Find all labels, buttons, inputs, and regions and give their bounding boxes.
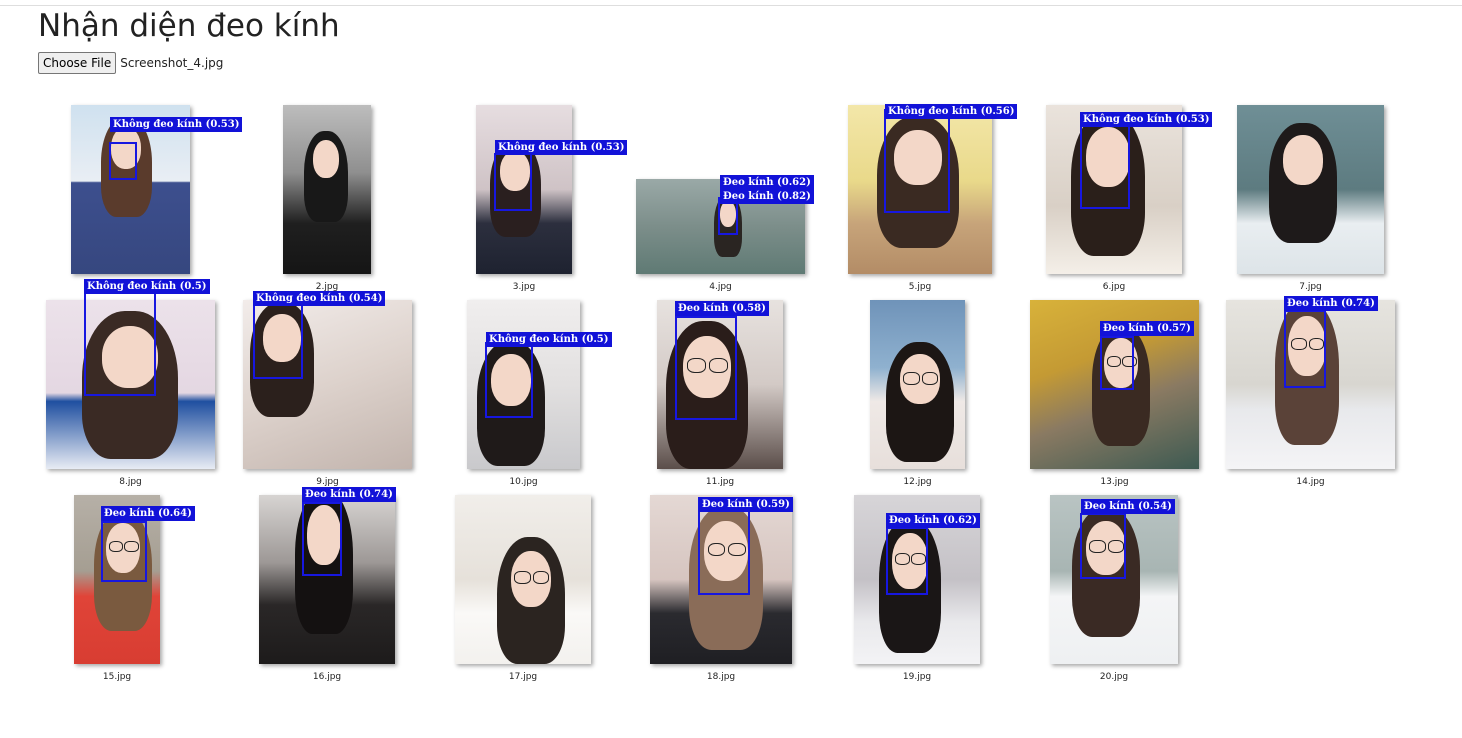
result-image: Đeo kính (0.74) — [1226, 296, 1395, 469]
face-bounding-box — [1100, 336, 1134, 390]
image-caption: 12.jpg — [903, 477, 932, 487]
image-caption: 7.jpg — [1299, 282, 1322, 292]
face-bounding-box — [84, 292, 156, 396]
prediction-label: Không đeo kính (0.56) — [885, 104, 1018, 119]
result-image: Đeo kính (0.62) Đeo kính (0.82) — [636, 175, 814, 274]
image-caption: 8.jpg — [119, 477, 142, 487]
image-caption: 20.jpg — [1099, 672, 1129, 682]
face-bounding-box — [253, 304, 303, 379]
face-bounding-box — [485, 342, 533, 418]
prediction-label: Đeo kính (0.59) — [699, 497, 793, 512]
prediction-label: Đeo kính (0.82) — [720, 189, 814, 204]
prediction-label: Đeo kính (0.74) — [1284, 296, 1378, 311]
prediction-label: Không đeo kính (0.53) — [495, 140, 628, 155]
choose-file-button[interactable]: Choose File — [38, 52, 117, 74]
image-caption: 16.jpg — [312, 672, 342, 682]
result-image: Không đeo kính (0.53) — [1046, 105, 1213, 274]
page-title: Nhận diện đeo kính — [38, 8, 340, 44]
prediction-label: Không đeo kính (0.5) — [84, 279, 210, 294]
prediction-label: Đeo kính (0.74) — [302, 487, 396, 502]
image-caption: 13.jpg — [1100, 477, 1129, 487]
face-bounding-box — [494, 153, 532, 211]
image-caption: 5.jpg — [908, 282, 932, 292]
result-image — [1237, 105, 1384, 274]
image-caption: 10.jpg — [509, 477, 538, 487]
result-image — [870, 300, 965, 469]
result-image: Đeo kính (0.57) — [1030, 300, 1199, 469]
person-face — [313, 140, 339, 178]
face-bounding-box — [302, 502, 342, 576]
face-bounding-box — [1080, 125, 1130, 209]
selected-file-name: Screenshot_4.jpg — [120, 56, 224, 70]
image-caption: 18.jpg — [706, 672, 736, 682]
image-caption: 3.jpg — [512, 282, 536, 292]
image-caption: 19.jpg — [902, 672, 932, 682]
glasses-icon — [532, 571, 549, 584]
prediction-label: Đeo kính (0.57) — [1100, 321, 1194, 336]
result-image: Đeo kính (0.62) — [854, 495, 980, 664]
glasses-icon — [903, 372, 920, 385]
face-bounding-box — [1284, 310, 1326, 388]
prediction-label: Đeo kính (0.62) — [720, 175, 814, 190]
face-bounding-box — [675, 316, 737, 420]
result-image: Đeo kính (0.64) — [74, 495, 195, 664]
result-image: Không đeo kính (0.56) — [848, 104, 1018, 274]
result-image: Không đeo kính (0.54) — [243, 291, 412, 469]
prediction-label: Không đeo kính (0.53) — [110, 117, 243, 132]
prediction-label: Đeo kính (0.64) — [101, 506, 195, 521]
image-caption: 9.jpg — [316, 477, 339, 487]
person-face — [1283, 135, 1323, 185]
image-caption: 17.jpg — [508, 672, 538, 682]
glasses-icon — [514, 571, 531, 584]
result-image: Đeo kính (0.59) — [650, 495, 793, 664]
face-bounding-box — [1080, 513, 1126, 579]
prediction-label: Không đeo kính (0.53) — [1080, 112, 1213, 127]
result-image: Đeo kính (0.74) — [259, 487, 396, 664]
image-caption: 15.jpg — [102, 672, 132, 682]
prediction-label: Đeo kính (0.54) — [1081, 499, 1175, 514]
glasses-icon — [921, 372, 938, 385]
result-image: Đeo kính (0.54) — [1050, 495, 1178, 664]
face-bounding-box — [886, 527, 928, 595]
face-bounding-box — [884, 109, 950, 213]
face-bounding-box — [109, 142, 137, 180]
result-image: Không đeo kính (0.53) — [71, 105, 243, 274]
file-uploader: Choose File Screenshot_4.jpg — [38, 52, 223, 74]
image-caption: 14.jpg — [1296, 477, 1325, 487]
face-bounding-box — [101, 521, 147, 582]
image-caption: 11.jpg — [705, 477, 735, 487]
result-image — [283, 105, 371, 274]
result-image: Không đeo kính (0.53) — [476, 105, 628, 274]
prediction-label: Không đeo kính (0.54) — [253, 291, 386, 306]
prediction-label: Không đeo kính (0.5) — [486, 332, 612, 347]
image-caption: 4.jpg — [709, 282, 732, 292]
result-image: Đeo kính (0.58) — [657, 300, 783, 469]
result-image: Không đeo kính (0.5) — [46, 279, 215, 469]
image-caption: 6.jpg — [1102, 282, 1126, 292]
result-image — [455, 495, 591, 664]
prediction-label: Đeo kính (0.62) — [886, 513, 980, 528]
prediction-label: Đeo kính (0.58) — [675, 301, 769, 316]
result-image: Không đeo kính (0.5) — [467, 300, 612, 469]
